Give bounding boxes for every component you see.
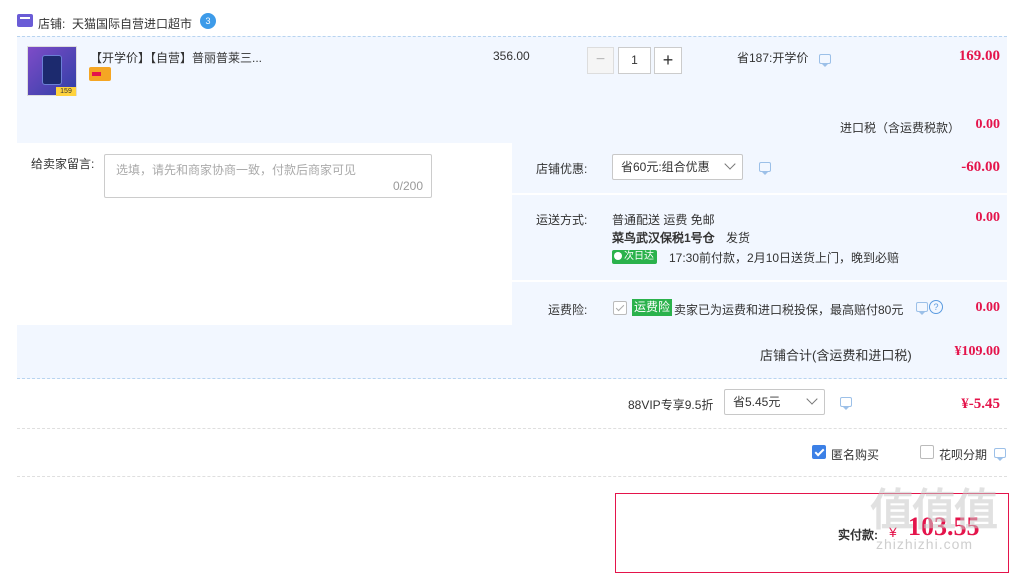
insurance-chat-icon[interactable] xyxy=(916,302,928,315)
discount-amount: -60.00 xyxy=(961,159,1000,175)
next-day-badge: 次日达 xyxy=(612,250,657,264)
thumb-price-tag: 159 xyxy=(56,87,76,96)
insurance-label: 运费险: xyxy=(548,303,588,317)
import-tax-value: 0.00 xyxy=(975,117,1001,132)
chevron-down-icon xyxy=(806,393,818,405)
vip-chat-icon[interactable] xyxy=(840,397,852,410)
discount-chat-icon[interactable] xyxy=(759,162,771,175)
unit-price: 356.00 xyxy=(493,49,530,63)
vip-amount: ¥-5.45 xyxy=(961,396,1000,412)
product-thumbnail[interactable]: 159 xyxy=(27,46,77,96)
clock-icon xyxy=(614,252,622,260)
huabei-label[interactable]: 花呗分期 xyxy=(939,446,987,463)
shipping-method: 普通配送 运费 免邮 xyxy=(612,213,715,227)
shipping-label: 运送方式: xyxy=(536,213,588,227)
insurance-checkbox xyxy=(613,301,627,315)
huabei-chat-icon[interactable] xyxy=(994,448,1006,461)
delivery-note: 17:30前付款，2月10日送货上门，晚到必赔 xyxy=(669,251,900,265)
vip-label: 88VIP专享9.5折 xyxy=(628,398,714,412)
discount-selected: 省60元:组合优惠 xyxy=(621,160,710,174)
thumb-price-text: 159 xyxy=(60,88,72,95)
shop-total-label: 店铺合计(含运费和进口税) xyxy=(760,348,912,363)
vip-selected: 省5.45元 xyxy=(733,395,781,409)
divider xyxy=(17,476,1007,477)
message-textarea[interactable]: 选填，请先和商家协商一致，付款后商家可见 0/200 xyxy=(104,154,432,198)
anonymous-label[interactable]: 匿名购买 xyxy=(831,446,879,463)
shipping-dispatch: 发货 xyxy=(726,231,751,245)
import-tax-label: 进口税（含运费税款） xyxy=(840,121,961,135)
vip-select[interactable]: 省5.45元 xyxy=(724,389,825,415)
shop-badge-text: 3 xyxy=(205,16,211,26)
discount-label: 店铺优惠: xyxy=(536,162,588,176)
chevron-down-icon xyxy=(724,158,736,170)
quantity-value: 1 xyxy=(631,53,638,67)
quantity-plus-button[interactable]: + xyxy=(654,47,682,74)
insurance-text: 卖家已为运费和进口税投保，最高赔付80元 xyxy=(674,303,904,317)
shop-label: 店铺: xyxy=(38,17,66,31)
message-counter: 0/200 xyxy=(392,179,423,193)
insurance-tag: 运费险 xyxy=(632,299,673,316)
bottle-icon xyxy=(42,55,62,85)
shop-name[interactable]: 天猫国际自营进口超市 xyxy=(72,15,192,32)
help-glyph: ? xyxy=(933,302,939,312)
next-day-text: 次日达 xyxy=(624,251,654,262)
shipping-row xyxy=(512,195,1007,280)
watermark-domain: zhizhizhi.com xyxy=(876,536,974,552)
watermark-logo: 值值值 xyxy=(870,486,998,535)
quantity-input[interactable]: 1 xyxy=(618,47,651,74)
card-icon xyxy=(89,67,111,81)
shop-badge-icon[interactable]: 3 xyxy=(200,13,216,29)
quantity-minus-button[interactable]: − xyxy=(587,47,614,74)
message-label: 给卖家留言: xyxy=(31,157,95,171)
insurance-amount: 0.00 xyxy=(975,300,1001,315)
promo-text: 省187:开学价 xyxy=(737,51,809,65)
discount-select[interactable]: 省60元:组合优惠 xyxy=(612,154,743,180)
shop-total-value: ¥109.00 xyxy=(954,344,1001,359)
item-subtotal: 169.00 xyxy=(958,48,1000,64)
message-placeholder: 选填，请先和商家协商一致，付款后商家可见 xyxy=(116,163,357,177)
help-icon[interactable]: ? xyxy=(929,300,943,314)
divider xyxy=(17,428,1007,429)
huabei-checkbox[interactable] xyxy=(920,445,934,459)
shipping-warehouse: 菜鸟武汉保税1号仓 xyxy=(612,231,715,245)
anonymous-checkbox[interactable] xyxy=(812,445,826,459)
plus-glyph: + xyxy=(662,50,674,70)
promo-chat-icon[interactable] xyxy=(819,54,831,67)
minus-glyph: − xyxy=(595,51,606,68)
shop-icon xyxy=(17,14,33,27)
shipping-amount: 0.00 xyxy=(975,210,1001,225)
product-title[interactable]: 【开学价】【自营】普丽普莱三... xyxy=(90,49,262,66)
